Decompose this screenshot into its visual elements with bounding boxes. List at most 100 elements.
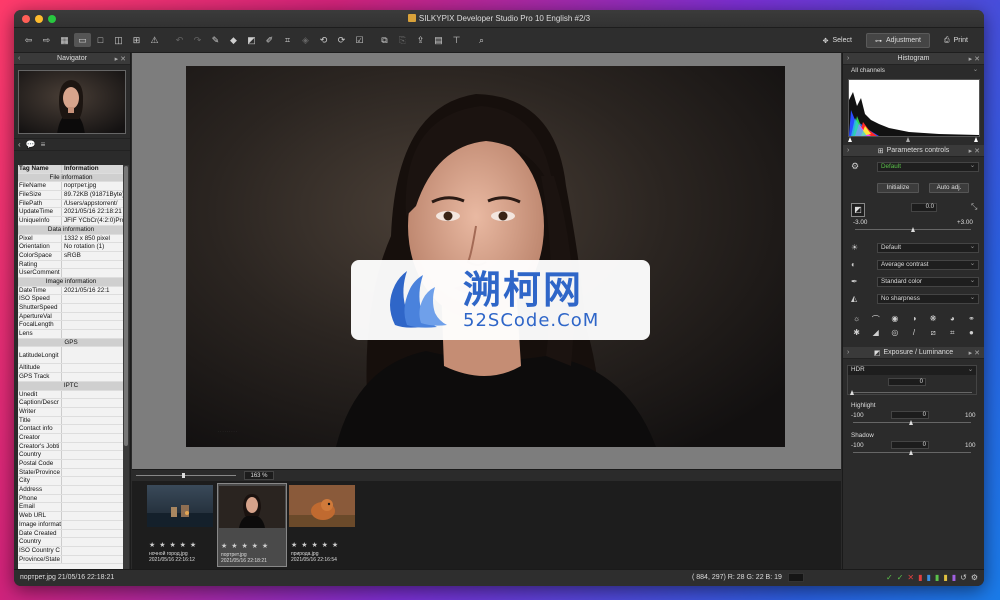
info-row[interactable]: FileName портрет.jpg (18, 182, 123, 192)
copy-params-icon[interactable]: ⧉ (376, 33, 393, 47)
auto-adjust-button[interactable]: Auto adj. (929, 183, 969, 193)
info-row[interactable]: UniqueInfo JFIF YCbCr(4:2:0)Pro (18, 217, 123, 226)
noise-icon[interactable]: ✱ (847, 328, 866, 338)
reject-icon[interactable]: ✕ (907, 573, 914, 582)
info-row[interactable]: ISO Speed (18, 295, 123, 304)
next-image-icon[interactable]: ⇨ (38, 33, 55, 47)
exposure-bias-icon[interactable]: ◩ (851, 203, 865, 217)
info-row[interactable]: Image information (18, 520, 123, 530)
blue-label-icon[interactable]: ▮ (927, 573, 931, 582)
transform-icon[interactable]: ⧄ (924, 328, 943, 338)
previous-image-icon[interactable]: ⇦ (20, 33, 37, 47)
preview-view-icon[interactable]: ▭ (74, 33, 91, 47)
highlight-value[interactable]: 0 (891, 411, 929, 419)
compare-view-icon[interactable]: ◫ (110, 33, 127, 47)
dropper-icon[interactable]: ✐ (261, 33, 278, 47)
detail-icon[interactable]: ❋ (924, 314, 943, 325)
collapse-right-icon[interactable]: › (847, 55, 849, 62)
info-prev-icon[interactable]: ‹ (18, 140, 21, 149)
color-select[interactable]: Standard color (877, 277, 979, 287)
export-icon[interactable]: ⇪ (412, 33, 429, 47)
eraser-icon[interactable]: ◩ (243, 33, 260, 47)
info-row[interactable]: UserComment (18, 269, 123, 278)
layers-icon[interactable]: ◈ (297, 33, 314, 47)
zoom-slider-knob[interactable] (182, 473, 185, 478)
info-row[interactable]: Contact info (18, 425, 123, 434)
info-row[interactable]: Creator's Jobti (18, 442, 123, 452)
info-row[interactable]: FileSize 89.72KB (91871Byte) (18, 191, 123, 200)
filmstrip-item[interactable]: ★ ★ ★ ★ ★ природа.jpg 2021/05/16 22:16:5… (288, 483, 358, 567)
thumbnail-view-icon[interactable]: ▦ (56, 33, 73, 47)
info-row[interactable]: Lens (18, 330, 123, 339)
zoom-slider[interactable] (136, 475, 236, 476)
filmstrip-item-selected[interactable]: ★ ★ ★ ★ ★ портрет.jpg 2021/05/16 22:18:2… (217, 483, 287, 567)
info-row[interactable]: Title (18, 416, 123, 426)
rating-stars[interactable]: ★ ★ ★ ★ ★ (291, 541, 339, 549)
histogram-black-point[interactable] (848, 137, 852, 142)
info-row[interactable]: State/Province (18, 468, 123, 478)
histogram-channel-select[interactable]: All channels (848, 66, 981, 77)
color-dot-icon[interactable]: ● (962, 328, 981, 338)
hdr-value[interactable]: 0 (888, 378, 926, 386)
yellow-label-icon[interactable]: ▮ (943, 573, 947, 582)
info-row[interactable]: ShutterSpeed (18, 304, 123, 313)
tone-select[interactable]: Average contrast (877, 260, 979, 270)
panel-menu-icon[interactable]: ▸ ✕ (969, 349, 980, 357)
info-row[interactable]: Date Created (18, 529, 123, 539)
brush-icon[interactable]: ◆ (225, 33, 242, 47)
stamp-icon[interactable]: ⊤ (448, 33, 465, 47)
info-row[interactable]: Country (18, 451, 123, 460)
info-row[interactable]: Country (18, 538, 123, 547)
rotate-right-icon[interactable]: ⟳ (333, 33, 350, 47)
develop-mark-icon[interactable]: ✓ (897, 573, 904, 582)
info-row[interactable]: UpdateTime 2021/05/16 22:18:21 (18, 208, 123, 218)
params-collapse-icon[interactable]: › (847, 147, 849, 154)
info-row[interactable]: Writer (18, 407, 123, 417)
shadow-value[interactable]: 0 (891, 441, 929, 449)
rating-stars[interactable]: ★ ★ ★ ★ ★ (149, 541, 197, 549)
preset-select[interactable]: Default (877, 162, 979, 172)
exposure-value[interactable]: 0.0 (911, 203, 937, 212)
brush-tool-icon[interactable]: / (904, 328, 923, 338)
rating-stars[interactable]: ★ ★ ★ ★ ★ (221, 542, 269, 550)
zoom-icon[interactable]: ⌕ (473, 33, 490, 47)
print-mode-button[interactable]: ⎙ Print (936, 33, 976, 48)
info-row[interactable]: Rating (18, 260, 123, 270)
eye-icon[interactable]: ◎ (885, 328, 904, 338)
histogram-mid-point[interactable] (906, 137, 910, 142)
warning-icon[interactable]: ⚠ (146, 33, 163, 47)
info-row[interactable]: Phone (18, 494, 123, 504)
settings-gear-icon[interactable]: ⚙ (851, 161, 859, 172)
expand-icon[interactable]: ⤡ (971, 202, 977, 212)
panel-menu-icon[interactable]: ▸ ✕ (115, 55, 126, 63)
comment-tab-icon[interactable]: 💬 (26, 140, 36, 149)
navigator-thumbnail[interactable] (18, 70, 126, 134)
adjustment-mode-button[interactable]: ⊶ Adjustment (865, 33, 930, 48)
paste-params-icon[interactable]: ⎘ (394, 33, 411, 47)
check-icon[interactable]: ☑ (351, 33, 368, 47)
hsl-icon[interactable]: ◉ (885, 314, 904, 325)
info-row[interactable]: LatitudeLongit (18, 347, 123, 365)
undo-status-icon[interactable]: ↺ (960, 573, 967, 582)
collapse-left-icon[interactable]: ‹ (18, 55, 20, 62)
info-row[interactable]: City (18, 477, 123, 487)
initialize-button[interactable]: Initialize (877, 183, 919, 193)
rotate-left-icon[interactable]: ⟲ (315, 33, 332, 47)
info-row[interactable]: Web URL (18, 512, 123, 521)
develop-icon[interactable]: ▤ (430, 33, 447, 47)
info-row[interactable]: Province/State (18, 555, 123, 565)
contrast-icon[interactable]: ◑ (904, 314, 923, 325)
select-mode-button[interactable]: ✥ Select (815, 33, 860, 48)
panel-menu-icon[interactable]: ▸ ✕ (969, 55, 980, 63)
info-list-icon[interactable]: ≡ (41, 140, 46, 149)
info-row[interactable]: Orientation No rotation (1) (18, 243, 123, 252)
crop-tool-icon[interactable]: ⌗ (943, 328, 962, 338)
purple-label-icon[interactable]: ▮ (952, 573, 956, 582)
undo-icon[interactable]: ↶ (171, 33, 188, 47)
settings-status-icon[interactable]: ⚙ (971, 573, 978, 582)
info-scrollbar[interactable] (123, 165, 129, 569)
spot-icon[interactable]: ⚭ (962, 314, 981, 325)
info-row[interactable]: ColorSpace sRGB (18, 251, 123, 261)
info-row[interactable]: ApertureVal (18, 312, 123, 322)
info-row[interactable]: Unedit (18, 390, 123, 400)
